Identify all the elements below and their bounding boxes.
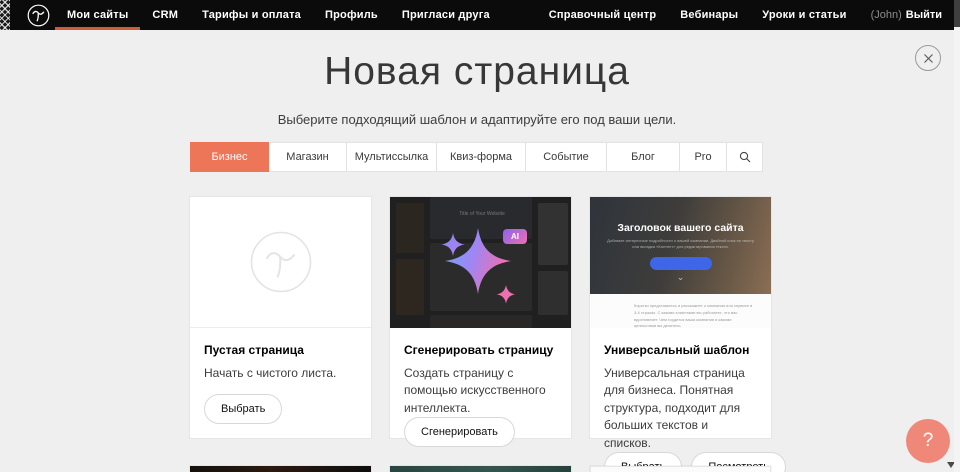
card-universal-template: Заголовок вашего сайта Добавьте интересн…	[590, 197, 771, 438]
topbar-spacer	[502, 0, 537, 30]
blank-page-preview[interactable]	[190, 197, 371, 328]
tab-pro[interactable]: Pro	[679, 142, 727, 172]
card-body: Сгенерировать страницу Создать страницу …	[390, 328, 571, 461]
preview-heading: Заголовок вашего сайта	[590, 222, 771, 234]
card-description: Универсальная страница для бизнеса. Поня…	[604, 365, 757, 452]
nav-profile[interactable]: Профиль	[313, 0, 390, 30]
nav-pricing[interactable]: Тарифы и оплата	[190, 0, 313, 30]
preview-subtext: Добавьте интересные подробности о вашей …	[606, 238, 756, 251]
page-subtitle: Выберите подходящий шаблон и адаптируйте…	[0, 112, 954, 127]
help-chat-button[interactable]: ?	[906, 419, 950, 463]
tab-search[interactable]	[726, 142, 763, 172]
universal-template-preview[interactable]: Заголовок вашего сайта Добавьте интересн…	[590, 197, 771, 328]
template-card-partial[interactable]	[390, 466, 571, 472]
card-title: Пустая страница	[204, 343, 357, 357]
template-card-partial[interactable]	[590, 466, 771, 472]
tilda-logo[interactable]	[10, 0, 55, 30]
generate-button[interactable]: Сгенерировать	[404, 417, 515, 447]
tab-quiz-form[interactable]: Квиз-форма	[436, 142, 526, 172]
tab-blog[interactable]: Блог	[606, 142, 680, 172]
search-icon	[739, 151, 751, 163]
template-card-partial[interactable]	[190, 466, 371, 472]
preview-body-text: Коротко представьтесь и расскажите о ком…	[634, 303, 754, 328]
tab-store[interactable]: Магазин	[268, 142, 347, 172]
choose-blank-button[interactable]: Выбрать	[204, 394, 282, 424]
template-category-tabs: Бизнес Магазин Мультиссылка Квиз-форма С…	[190, 142, 769, 172]
card-ai-generate: Title of Your Website	[390, 197, 571, 438]
nav-invite-friend[interactable]: Пригласи друга	[390, 0, 502, 30]
ai-badge: AI	[503, 229, 527, 244]
user-name: (John)	[871, 9, 902, 21]
nav-lessons[interactable]: Уроки и статьи	[750, 9, 858, 21]
user-area: (John) Выйти	[859, 9, 942, 21]
card-body: Универсальный шаблон Универсальная стран…	[590, 328, 771, 472]
tilda-logo-icon	[27, 4, 50, 27]
tab-event[interactable]: Событие	[525, 142, 607, 172]
card-title: Универсальный шаблон	[604, 343, 757, 357]
nav-help-center[interactable]: Справочный центр	[537, 9, 669, 21]
ai-sparkle-wrap	[390, 197, 571, 328]
scrollbar-thumb[interactable]	[954, 0, 960, 27]
card-blank-page: Пустая страница Начать с чистого листа. …	[190, 197, 371, 438]
chevron-down-icon: ⌄	[590, 273, 771, 281]
new-page-modal-screen: Мои сайты CRM Тарифы и оплата Профиль Пр…	[0, 0, 960, 472]
template-cards-row-2	[190, 466, 771, 472]
card-body: Пустая страница Начать с чистого листа. …	[190, 328, 371, 438]
card-actions: Выбрать	[204, 394, 357, 424]
card-title: Сгенерировать страницу	[404, 343, 557, 357]
template-cards-row: Пустая страница Начать с чистого листа. …	[190, 197, 771, 438]
nav-my-sites[interactable]: Мои сайты	[55, 0, 140, 30]
secondary-nav: Справочный центр Вебинары Уроки и статьи…	[537, 0, 960, 30]
tilda-watermark-icon	[250, 231, 312, 293]
tab-multilink[interactable]: Мультиссылка	[346, 142, 437, 172]
nav-crm[interactable]: CRM	[140, 0, 190, 30]
card-description: Создать страницу с помощью искусственног…	[404, 365, 557, 417]
main-nav: Мои сайты CRM Тарифы и оплата Профиль Пр…	[55, 0, 502, 30]
scrollbar[interactable]	[954, 0, 960, 472]
preview-hero: Заголовок вашего сайта Добавьте интересн…	[590, 197, 771, 294]
card-description: Начать с чистого листа.	[204, 365, 357, 382]
nav-webinars[interactable]: Вебинары	[668, 9, 750, 21]
card-actions: Сгенерировать	[404, 417, 557, 447]
tab-business[interactable]: Бизнес	[190, 142, 269, 172]
help-question-mark: ?	[923, 430, 934, 452]
window-edge-pattern	[0, 0, 10, 30]
logout-link[interactable]: Выйти	[906, 9, 942, 21]
ai-generate-preview[interactable]: Title of Your Website	[390, 197, 571, 328]
topbar: Мои сайты CRM Тарифы и оплата Профиль Пр…	[0, 0, 960, 30]
page-title: Новая страница	[0, 50, 954, 94]
ai-sparkle-icon	[390, 197, 571, 328]
preview-cta-button	[650, 257, 712, 270]
